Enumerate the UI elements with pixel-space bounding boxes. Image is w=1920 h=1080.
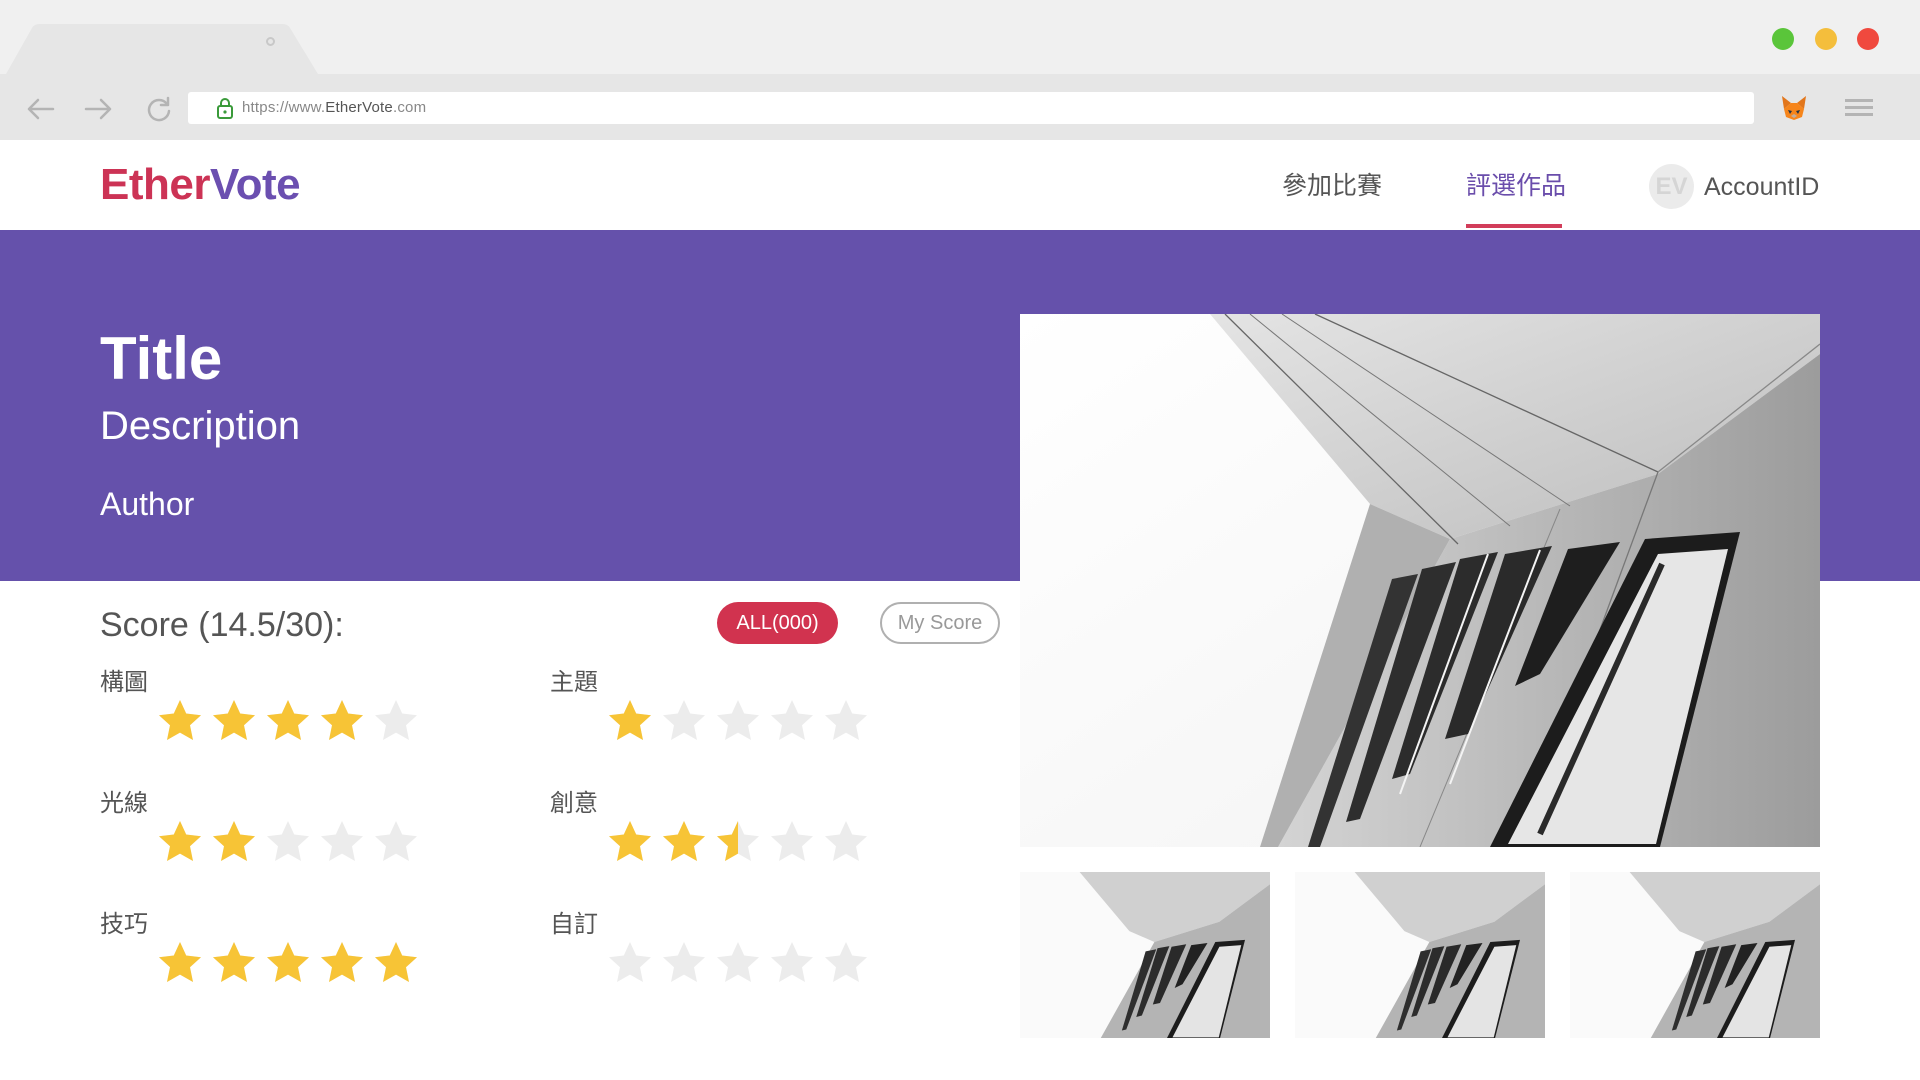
arrow-right-icon[interactable] [84, 94, 114, 124]
thumbnail-2[interactable] [1295, 872, 1545, 1038]
url-suffix: .com [392, 99, 427, 116]
star-rating[interactable] [156, 818, 420, 866]
star-icon[interactable] [156, 697, 204, 745]
category-label: 主題 [550, 669, 598, 696]
star-icon[interactable] [606, 697, 654, 745]
star-icon[interactable] [768, 818, 816, 866]
star-icon[interactable] [714, 939, 762, 987]
thumbnail-1[interactable] [1020, 872, 1270, 1038]
category-label: 創意 [550, 790, 598, 817]
page-author: Author [100, 486, 195, 522]
fox-extension-icon[interactable] [1780, 95, 1808, 121]
logo-vote: Vote [209, 160, 301, 209]
nav-active-indicator [1466, 224, 1562, 228]
page-description: Description [100, 404, 301, 448]
star-icon[interactable] [768, 697, 816, 745]
arrow-left-icon[interactable] [25, 94, 55, 124]
star-icon[interactable] [264, 697, 312, 745]
category-label: 構圖 [100, 669, 148, 696]
category-label: 光線 [100, 790, 148, 817]
star-icon[interactable] [264, 818, 312, 866]
nav-judge-works[interactable]: 評選作品 [1466, 166, 1566, 206]
star-icon[interactable] [606, 818, 654, 866]
window-maximize-button[interactable] [1772, 28, 1794, 50]
star-icon[interactable] [822, 939, 870, 987]
tab-close-icon[interactable] [266, 37, 275, 46]
avatar[interactable]: EV [1649, 164, 1694, 209]
lock-icon [216, 97, 234, 119]
main-photo[interactable] [1020, 314, 1820, 847]
star-icon[interactable] [318, 818, 366, 866]
star-icon[interactable] [264, 939, 312, 987]
star-icon[interactable] [210, 939, 258, 987]
account-id[interactable]: AccountID [1704, 167, 1819, 207]
star-icon[interactable] [714, 697, 762, 745]
star-icon[interactable] [210, 818, 258, 866]
filter-my-score-button[interactable]: My Score [880, 602, 1000, 644]
category-label: 自訂 [550, 911, 598, 938]
star-icon[interactable] [660, 697, 708, 745]
star-icon[interactable] [318, 939, 366, 987]
star-icon[interactable] [768, 939, 816, 987]
star-rating[interactable] [606, 818, 870, 866]
url-text[interactable]: https://www.EtherVote.com [242, 97, 426, 119]
star-icon[interactable] [822, 697, 870, 745]
star-icon[interactable] [822, 818, 870, 866]
star-icon[interactable] [714, 818, 762, 866]
star-rating[interactable] [156, 939, 420, 987]
logo[interactable]: EtherVote [100, 159, 301, 211]
star-icon[interactable] [318, 697, 366, 745]
star-icon[interactable] [660, 939, 708, 987]
star-icon[interactable] [372, 697, 420, 745]
star-rating[interactable] [156, 697, 420, 745]
url-host: EtherVote [325, 99, 393, 116]
star-icon[interactable] [156, 818, 204, 866]
star-icon[interactable] [660, 818, 708, 866]
star-icon[interactable] [372, 939, 420, 987]
window-close-button[interactable] [1857, 28, 1879, 50]
category-label: 技巧 [100, 911, 148, 938]
nav-join-contest[interactable]: 參加比賽 [1282, 166, 1382, 206]
page-title: Title [100, 325, 223, 392]
star-rating[interactable] [606, 697, 870, 745]
thumbnail-3[interactable] [1570, 872, 1820, 1038]
score-title: Score (14.5/30): [100, 606, 344, 644]
logo-ether: Ether [100, 160, 210, 209]
reload-icon[interactable] [144, 94, 174, 124]
star-icon[interactable] [210, 697, 258, 745]
filter-all-button[interactable]: ALL(000) [717, 602, 838, 644]
url-prefix: https://www. [242, 99, 326, 116]
star-rating[interactable] [606, 939, 870, 987]
star-icon[interactable] [372, 818, 420, 866]
star-icon[interactable] [606, 939, 654, 987]
star-icon[interactable] [156, 939, 204, 987]
hamburger-menu-icon[interactable] [1845, 97, 1873, 119]
window-minimize-button[interactable] [1815, 28, 1837, 50]
browser-tab[interactable] [6, 24, 318, 74]
